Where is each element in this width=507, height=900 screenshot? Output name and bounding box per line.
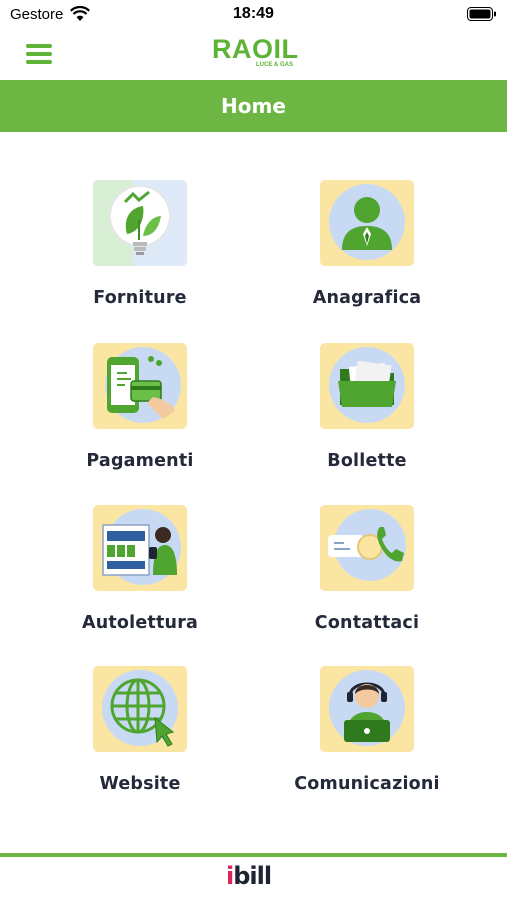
user-profile-icon (320, 180, 414, 266)
clock: 18:49 (233, 5, 274, 22)
globe-icon (93, 666, 187, 752)
menu-item-comunicazioni[interactable]: Comunicazioni (267, 618, 467, 794)
phone-contact-icon (320, 505, 414, 591)
operator-headset-icon (320, 666, 414, 752)
raoil-logo: RAOIL LUCE & GAS (212, 34, 299, 70)
lightbulb-leaf-icon (93, 180, 187, 266)
battery-icon (467, 7, 496, 21)
menu-item-contattaci[interactable]: Contattaci (267, 457, 467, 633)
footer-divider (0, 853, 507, 857)
title-bar: Home (0, 80, 507, 132)
menu-item-bollette[interactable]: Bollette (267, 295, 467, 471)
menu-item-forniture[interactable]: Forniture (40, 132, 240, 308)
ibill-logo: ibill (226, 862, 282, 892)
page-title: Home (221, 94, 286, 118)
logo-subtext: LUCE & GAS (256, 62, 294, 68)
logo-text: RAOIL (212, 34, 299, 64)
status-bar: Gestore 18:49 (0, 0, 507, 30)
app-header: RAOIL LUCE & GAS (0, 30, 507, 78)
footer-brand-suffix: bill (233, 862, 272, 890)
hamburger-bar (26, 60, 52, 64)
folder-icon (320, 343, 414, 429)
menu-item-anagrafica[interactable]: Anagrafica (267, 132, 467, 308)
meter-reading-icon (93, 505, 187, 591)
hamburger-menu-button[interactable] (24, 41, 54, 67)
card-payment-icon (93, 343, 187, 429)
menu-item-website[interactable]: Website (40, 618, 240, 794)
menu-item-label: Website (99, 774, 181, 794)
hamburger-bar (26, 44, 52, 48)
menu-item-label: Comunicazioni (294, 774, 440, 794)
menu-item-autolettura[interactable]: Autolettura (40, 457, 240, 633)
menu-item-pagamenti[interactable]: Pagamenti (40, 295, 240, 471)
hamburger-bar (26, 52, 52, 56)
